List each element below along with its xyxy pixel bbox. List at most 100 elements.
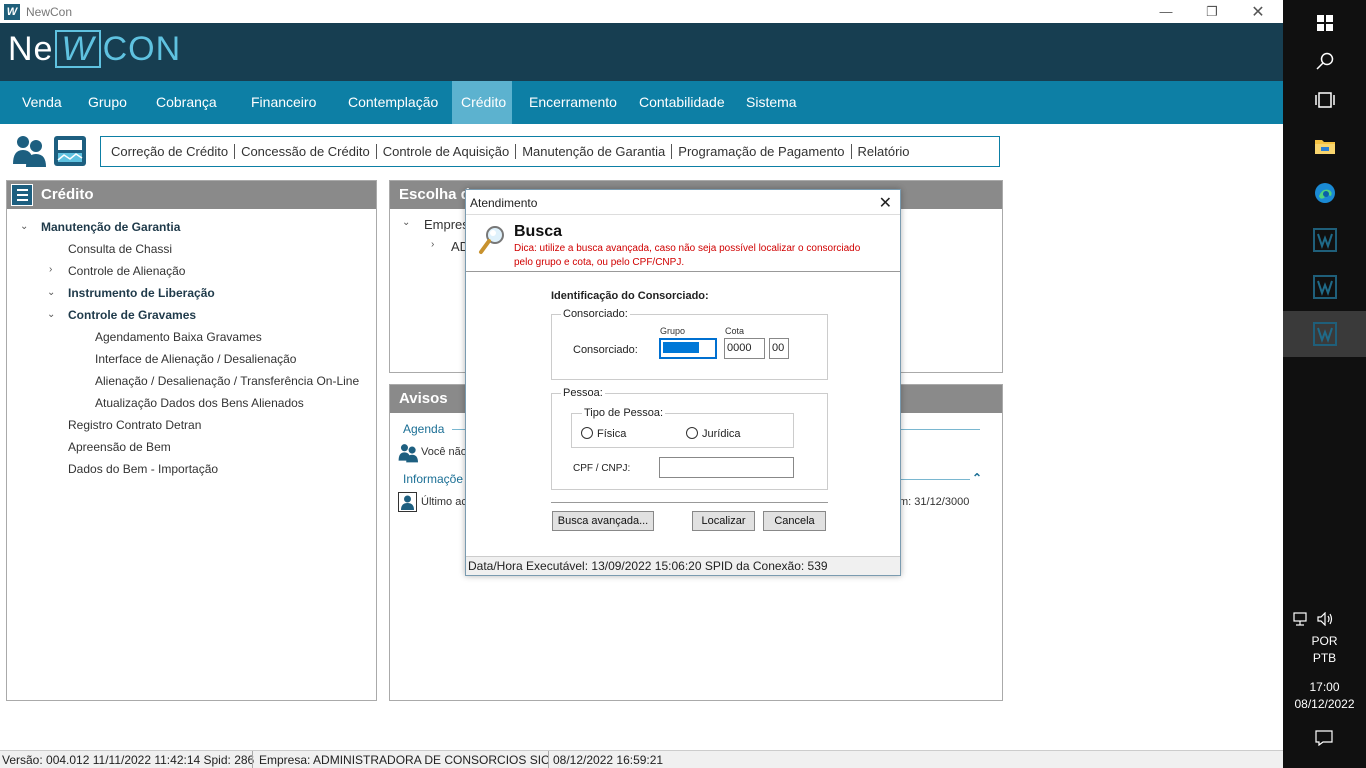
minimize-button[interactable]: —: [1143, 0, 1189, 23]
agenda-text: Você não: [421, 446, 467, 458]
speaker-icon[interactable]: [1317, 611, 1335, 629]
tipo-pessoa-legend: Tipo de Pessoa:: [582, 407, 666, 419]
newcon-logo: Ne W CON: [8, 29, 181, 69]
localizar-button[interactable]: Localizar: [692, 511, 755, 531]
menu-financeiro[interactable]: Financeiro: [242, 81, 325, 124]
grupo-input-selection: [663, 342, 699, 353]
clock-date[interactable]: 08/12/2022: [1283, 696, 1366, 712]
menu-grupo[interactable]: Grupo: [79, 81, 136, 124]
edge-browser-icon[interactable]: [1283, 170, 1366, 216]
chevron-down-icon[interactable]: ⌄: [20, 221, 28, 232]
notification-icon[interactable]: [1315, 730, 1333, 749]
busca-heading: Busca: [514, 223, 563, 240]
consorciado-field-label: Consorciado:: [573, 344, 638, 356]
newcon-taskbar-icon-active[interactable]: [1283, 311, 1366, 357]
chevron-down-icon[interactable]: ⌄: [47, 309, 55, 320]
newcon-taskbar-icon[interactable]: [1283, 217, 1366, 263]
tree-alienacao-online[interactable]: Alienação / Desalienação / Transferência…: [95, 374, 359, 388]
tree-agendamento-baixa[interactable]: Agendamento Baixa Gravames: [95, 330, 262, 344]
main-menu: Venda Grupo Cobrança Financeiro Contempl…: [0, 81, 1283, 124]
dialog-body: Identificação do Consorciado: Consorciad…: [466, 272, 900, 556]
busca-tip: Dica: utilize a busca avançada, caso não…: [514, 243, 861, 268]
dialog-title: Atendimento: [470, 196, 538, 210]
windows-taskbar: POR PTB 17:00 08/12/2022: [1283, 0, 1366, 768]
grupo-input[interactable]: [659, 338, 717, 359]
dialog-status-bar: Data/Hora Executável: 13/09/2022 15:06:2…: [466, 556, 900, 575]
menu-venda[interactable]: Venda: [13, 81, 71, 124]
window-title: NewCon: [26, 4, 73, 19]
list-icon: [11, 184, 33, 206]
menu-encerramento[interactable]: Encerramento: [520, 81, 626, 124]
clock-time[interactable]: 17:00: [1283, 679, 1366, 695]
restore-button[interactable]: ❐: [1189, 0, 1235, 23]
menu-credito[interactable]: Crédito: [452, 81, 512, 124]
credito-panel-header: Crédito: [7, 181, 376, 209]
logo-w: W: [55, 30, 101, 68]
juridica-label: Jurídica: [702, 428, 741, 440]
keyboard-layout-indicator[interactable]: PTB: [1283, 650, 1366, 666]
credito-submenu: Correção de Crédito Concessão de Crédito…: [100, 136, 1000, 167]
tree-atualizacao-dados[interactable]: Atualização Dados dos Bens Alienados: [95, 396, 304, 410]
dashboard-icon[interactable]: [53, 134, 87, 171]
tree-empresa[interactable]: Empres: [424, 217, 469, 232]
chevron-down-icon[interactable]: ⌄: [402, 217, 410, 228]
digito-input[interactable]: 00: [769, 338, 789, 359]
users-icon[interactable]: [12, 134, 46, 171]
cota-label: Cota: [725, 326, 745, 336]
juridica-radio[interactable]: [686, 427, 698, 439]
language-indicator[interactable]: POR: [1283, 633, 1366, 649]
tree-instrumento-liberacao[interactable]: Instrumento de Liberação: [68, 286, 215, 300]
chevron-up-icon[interactable]: ⌃: [972, 471, 982, 485]
menu-sistema[interactable]: Sistema: [737, 81, 806, 124]
fisica-label: Física: [597, 428, 627, 440]
chevron-right-icon[interactable]: ›: [431, 239, 434, 250]
busca-avancada-button[interactable]: Busca avançada...: [552, 511, 654, 531]
app-header: Ne W CON: [0, 23, 1283, 81]
close-window-button[interactable]: ✕: [1235, 0, 1281, 23]
credito-panel-title: Crédito: [41, 186, 94, 203]
cancelar-button[interactable]: Cancela: [763, 511, 826, 531]
dialog-close-button[interactable]: ✕: [879, 193, 892, 213]
submenu-relatorio[interactable]: Relatório: [852, 144, 916, 159]
tree-controle-gravames[interactable]: Controle de Gravames: [68, 308, 196, 322]
submenu-controle-aquisicao[interactable]: Controle de Aquisição: [377, 144, 517, 159]
logo-suffix: CON: [102, 29, 182, 68]
chevron-down-icon[interactable]: ⌄: [47, 287, 55, 298]
agenda-section-label: Agenda: [403, 422, 445, 436]
pessoa-group-legend: Pessoa:: [561, 387, 605, 399]
magnifier-icon: [478, 225, 506, 258]
informacoes-section-label: Informaçõe: [403, 472, 464, 486]
info-text: Último ac: [421, 496, 467, 508]
submenu-correcao-credito[interactable]: Correção de Crédito: [105, 144, 236, 159]
identificacao-label: Identificação do Consorciado:: [551, 290, 709, 302]
tree-apreensao-bem[interactable]: Apreensão de Bem: [68, 440, 171, 454]
grupo-label: Grupo: [660, 326, 686, 336]
submenu-manutencao-garantia[interactable]: Manutenção de Garantia: [516, 144, 673, 159]
network-icon[interactable]: [1293, 612, 1309, 629]
file-explorer-icon[interactable]: [1283, 123, 1366, 169]
status-datetime: 08/12/2022 16:59:21: [548, 751, 663, 768]
tree-registro-contrato[interactable]: Registro Contrato Detran: [68, 418, 201, 432]
chevron-right-icon[interactable]: ›: [49, 264, 52, 275]
title-bar: W NewCon — ❐ ✕: [0, 0, 1283, 23]
status-bar: Versão: 004.012 11/11/2022 11:42:14 Spid…: [0, 750, 1283, 768]
buttons-separator: [551, 502, 828, 503]
tree-dados-bem-importacao[interactable]: Dados do Bem - Importação: [68, 462, 218, 476]
tree-interface-alienacao[interactable]: Interface de Alienação / Desalienação: [95, 352, 296, 366]
task-view-icon[interactable]: [1283, 77, 1366, 123]
fisica-radio[interactable]: [581, 427, 593, 439]
submenu-concessao-credito[interactable]: Concessão de Crédito: [235, 144, 377, 159]
submenu-programacao-pagamento[interactable]: Programação de Pagamento: [672, 144, 852, 159]
logo-prefix: Ne: [8, 29, 54, 68]
cota-input[interactable]: 0000: [724, 338, 765, 359]
atendimento-dialog: Atendimento ✕ Busca Dica: utilize a busc…: [465, 189, 901, 576]
users-icon: [398, 443, 418, 466]
tree-controle-alienacao[interactable]: Controle de Alienação: [68, 264, 185, 278]
cpf-cnpj-input[interactable]: [659, 457, 794, 478]
tree-manutencao-garantia[interactable]: Manutenção de Garantia: [41, 220, 180, 234]
menu-contabilidade[interactable]: Contabilidade: [630, 81, 734, 124]
menu-cobranca[interactable]: Cobrança: [147, 81, 226, 124]
menu-contemplacao[interactable]: Contemplação: [339, 81, 447, 124]
newcon-taskbar-icon-2[interactable]: [1283, 264, 1366, 310]
tree-consulta-chassi[interactable]: Consulta de Chassi: [68, 242, 172, 256]
